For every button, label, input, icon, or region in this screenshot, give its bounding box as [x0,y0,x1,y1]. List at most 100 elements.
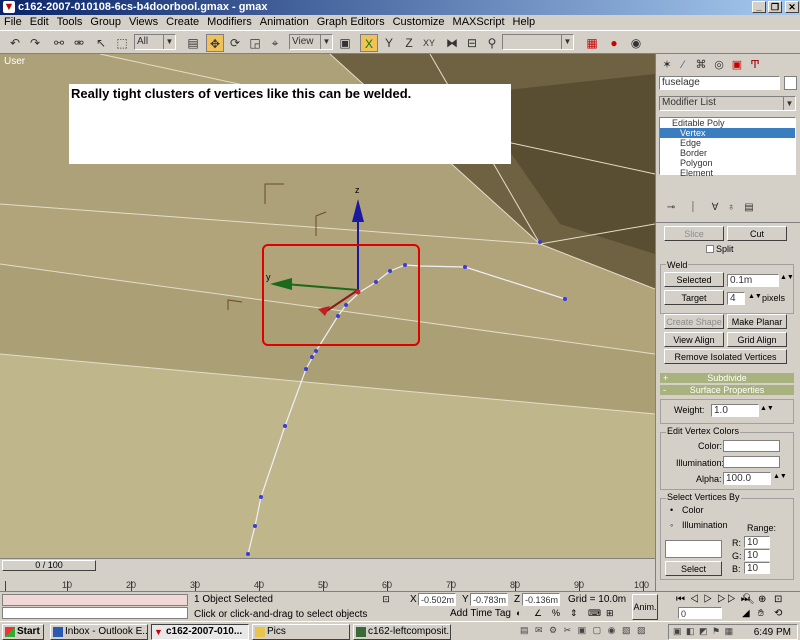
surface-properties-rollout[interactable]: - Surface Properties [660,385,794,395]
modifier-list-dropdown[interactable]: Modifier List ▼ [659,96,796,111]
pivot-center-icon[interactable]: ▣ [336,34,354,52]
angle-snap-icon[interactable]: ∠ [534,608,542,619]
utilities-tab-icon[interactable]: Ͳ [746,56,764,74]
remove-modifier-icon[interactable]: ♁ [722,199,740,217]
task-composite[interactable]: c162-leftcomposit... [353,624,451,640]
named-selection-dropdown[interactable]: ▼ [502,34,574,50]
lock-icon[interactable]: ⊡ [380,594,392,606]
object-color-swatch[interactable] [784,76,797,90]
spinner-icon[interactable]: ▲▼ [760,405,774,412]
material-editor-icon[interactable]: ▦ [583,34,601,52]
stack-editable-poly[interactable]: Editable Poly [660,118,795,128]
task-outlook[interactable]: Inbox - Outlook E... [50,624,148,640]
link-icon[interactable]: ⚯ [50,34,68,52]
align-icon[interactable]: ⊟ [463,34,481,52]
slice-button[interactable]: Slice [664,226,724,241]
playback-controls[interactable]: ⏮ ◁ ▷ ▷▷ ⏭ [676,594,751,605]
hierarchy-tab-icon[interactable]: ⌘ [692,56,710,74]
render-icon[interactable]: ● [605,34,623,52]
selection-filter-dropdown[interactable]: All ▼ [134,34,176,50]
spinner-icon[interactable]: ▲▼ [748,293,762,300]
remove-isolated-vertices-button[interactable]: Remove Isolated Vertices [664,349,787,364]
weld-threshold-field[interactable]: 0.1m [727,274,779,287]
select-region-icon[interactable]: ⬚ [113,34,131,52]
coord-system-dropdown[interactable]: View ▼ [289,34,333,50]
select-button[interactable]: Select [665,561,722,576]
animate-button[interactable]: Anim. [632,594,658,620]
vertex-color-swatch[interactable] [723,440,780,452]
select-by-name-icon[interactable]: ▤ [184,34,202,52]
target-pixels-field[interactable]: 4 [727,292,745,305]
pin-stack-icon[interactable]: ⊸ [662,199,680,217]
menu-tools[interactable]: Tools [53,15,87,30]
move-icon[interactable]: ✥ [206,34,224,52]
split-checkbox[interactable] [706,245,714,253]
r-range-field[interactable]: 10 [744,536,770,548]
time-slider-track[interactable]: 0 / 100 [0,558,655,572]
start-button[interactable]: Start [2,624,44,640]
redo-icon[interactable]: ↷ [26,34,44,52]
weld-selected-button[interactable]: Selected [664,272,724,287]
maxscript-input-mini[interactable] [2,607,188,619]
stack-vertex[interactable]: Vertex [660,128,795,138]
undo-icon[interactable]: ↶ [6,34,24,52]
axis-x-button[interactable]: X [360,34,378,52]
motion-tab-icon[interactable]: ◎ [710,56,728,74]
cut-button[interactable]: Cut [727,226,787,241]
menu-file[interactable]: File [0,15,26,30]
quick-render-icon[interactable]: ◉ [627,34,645,52]
y-coord-field[interactable]: -0.783m [470,593,508,606]
z-coord-field[interactable]: -0.136m [522,593,560,606]
axis-xy-button[interactable]: XY [420,34,438,52]
show-end-result-icon[interactable]: ⏐ [684,199,702,217]
mirror-icon[interactable]: ⧓ [443,34,461,52]
menu-customize[interactable]: Customize [389,15,449,30]
axis-z-button[interactable]: Z [400,34,418,52]
view-align-button[interactable]: View Align [664,332,724,347]
axis-y-button[interactable]: Y [380,34,398,52]
task-pics[interactable]: Pics [252,624,350,640]
menu-create[interactable]: Create [162,15,203,30]
timeline-ruler[interactable]: 10 20 30 40 50 60 70 80 90 100 [0,572,655,591]
rotate-icon[interactable]: ⟳ [226,34,244,52]
fov-icon[interactable]: ◢ [742,608,750,619]
alpha-field[interactable]: 100.0 [723,472,771,485]
radio-color[interactable]: • [670,505,673,515]
stack-polygon[interactable]: Polygon [660,158,795,168]
configure-sets-icon[interactable]: ▤ [740,199,758,217]
crossing-selection-icon[interactable]: ⊞ [606,608,614,619]
stack-border[interactable]: Border [660,148,795,158]
illumination-swatch[interactable] [723,456,780,468]
zoom-extents-icon[interactable]: ⊡ [774,594,782,605]
menu-maxscript[interactable]: MAXScript [449,15,509,30]
percent-snap-icon[interactable]: % [552,608,560,618]
zoom-icon[interactable]: 🔍︎ [742,594,755,605]
menu-edit[interactable]: Edit [26,15,53,30]
g-range-field[interactable]: 10 [744,549,770,561]
stack-edge[interactable]: Edge [660,138,795,148]
menu-group[interactable]: Group [86,15,125,30]
display-tab-icon[interactable]: ▣ [728,56,746,74]
select-color-swatch[interactable] [665,540,722,558]
close-button[interactable]: ✕ [785,1,799,13]
menu-views[interactable]: Views [125,15,162,30]
grid-align-button[interactable]: Grid Align [727,332,787,347]
weight-field[interactable]: 1.0 [711,404,759,417]
task-gmax[interactable]: ▼ c162-2007-010... [151,624,249,640]
snaps-toggle-icon[interactable]: ◐ [516,608,521,618]
pan-icon[interactable]: ✋︎ [758,608,764,619]
current-frame-field[interactable]: 0 [678,607,722,619]
unlink-icon[interactable]: ⚮ [70,34,88,52]
quick-launch-icons[interactable]: ▤ ✉ ⚙ ✂ ▣ ▢ ◉ ▧ ▨ [520,625,648,636]
minimize-button[interactable]: _ [752,1,766,13]
add-time-tag-button[interactable]: Add Time Tag [450,608,511,619]
radio-illumination[interactable]: ◦ [670,520,673,530]
pivot-icon[interactable]: ⌖ [266,34,284,52]
select-arrow-icon[interactable]: ↖ [92,34,110,52]
modify-tab-icon[interactable]: ⁄ [674,56,692,74]
b-range-field[interactable]: 10 [744,562,770,574]
stack-element[interactable]: Element [660,168,795,178]
make-planar-button[interactable]: Make Planar [727,314,787,329]
restore-button[interactable]: ❐ [768,1,782,13]
zoom-all-icon[interactable]: ⊕ [758,594,766,605]
